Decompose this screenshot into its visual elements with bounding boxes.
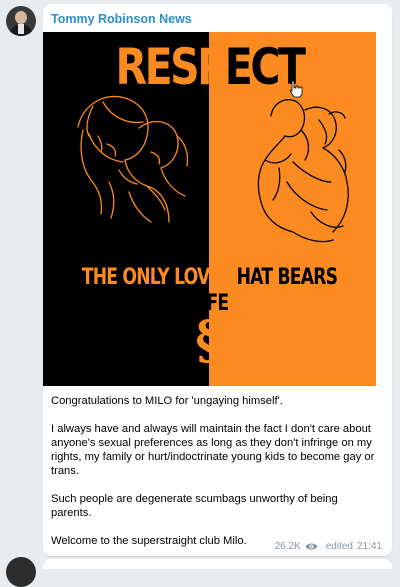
post-image[interactable]: RESPECT § THE ONLY LOVE THAT BEARS LIFE [43,32,376,386]
caption-paragraph: I always have and always will maintain t… [51,423,375,477]
edited-label: edited [325,541,353,552]
eye-icon [305,543,318,550]
message-time: 21:41 [356,541,382,552]
caption-paragraph: Such people are degenerate scumbags unwo… [51,493,338,519]
svg-text:§: § [195,310,222,371]
message-text: Congratulations to MILO for 'ungaying hi… [51,394,376,556]
next-message-avatar[interactable] [6,557,36,587]
caption-paragraph: Congratulations to MILO for 'ungaying hi… [51,395,283,407]
message-meta: 26.2K edited 21:41 [275,541,382,552]
image-tagline: THE ONLY LOVE THAT BEARS LIFE [81,265,338,316]
next-message-bubble [43,559,392,569]
channel-avatar[interactable] [6,6,36,36]
hand-cursor-icon [289,80,303,98]
sender-name[interactable]: Tommy Robinson News [51,12,192,26]
message-bubble: Tommy Robinson News RESPECT § THE ONLY L… [43,4,392,556]
couples-illustration: § [77,95,349,371]
view-count: 26.2K [274,541,301,552]
